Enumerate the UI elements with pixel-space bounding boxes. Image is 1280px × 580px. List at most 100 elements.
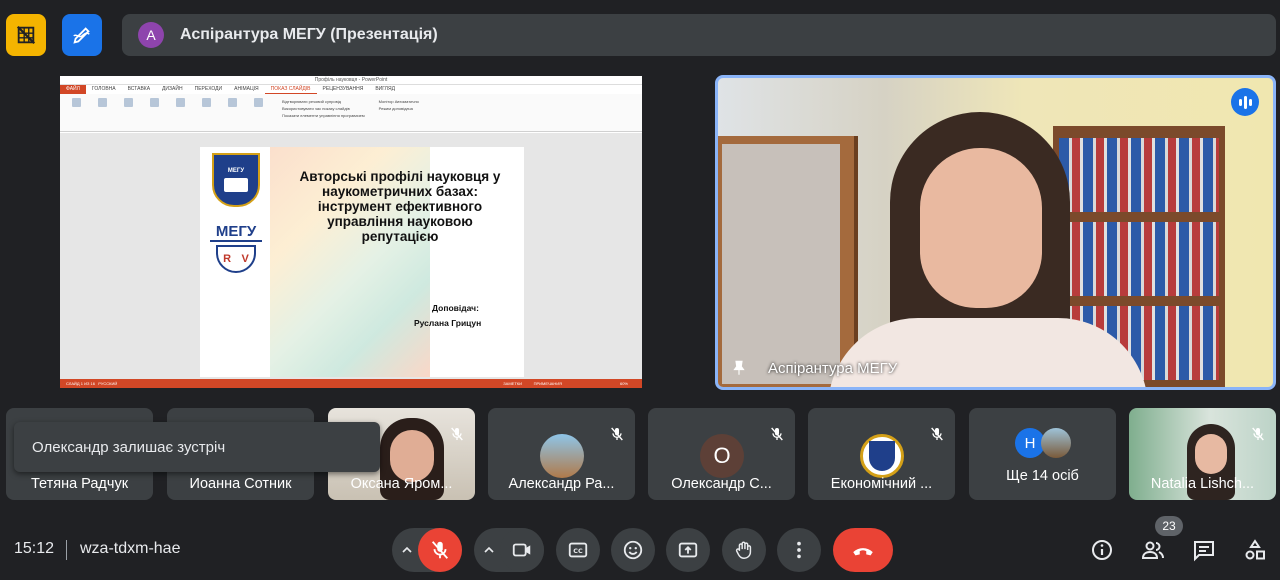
- info-icon: [1092, 540, 1112, 560]
- participant-name: Иоанна Сотник: [189, 476, 292, 492]
- ribbon-tab: РЕЦЕНЗУВАННЯ: [322, 86, 364, 92]
- mic-off-icon: [431, 541, 449, 559]
- more-vert-icon: [797, 541, 801, 559]
- ribbon-option: Використовувати час показу слайдів: [282, 106, 350, 111]
- monitor-options: Монітор Автоматично Режим доповідача: [379, 98, 419, 127]
- more-options-button[interactable]: [777, 528, 821, 572]
- closed-captions-icon: CC: [568, 542, 588, 558]
- ribbon-button: [248, 98, 268, 127]
- notes-label: ЗАМЕТКИ: [503, 381, 522, 386]
- monitor-label: Монітор: [378, 99, 394, 104]
- meeting-details-button[interactable]: [1086, 534, 1118, 566]
- ribbon-tab: ВИГЛЯД: [375, 86, 395, 92]
- participant-tile[interactable]: О Олександр С...: [648, 408, 795, 500]
- chevron-up-icon[interactable]: [399, 542, 415, 558]
- raise-hand-button[interactable]: [722, 528, 766, 572]
- monitor-value: Автоматично: [394, 99, 419, 104]
- participant-tile[interactable]: Александр Ра...: [488, 408, 635, 500]
- participant-name: Економічний ...: [830, 476, 933, 492]
- grid-off-icon: [16, 25, 36, 45]
- ribbon: Відтворювати речовий супровід Використов…: [60, 94, 642, 132]
- participant-name: Natalia Lishch...: [1150, 476, 1255, 492]
- zoom-level: 60%: [619, 381, 628, 386]
- chevron-up-icon[interactable]: [481, 542, 497, 558]
- shapes-icon: [1245, 539, 1265, 560]
- university-crest: МЕГУ RV: [210, 223, 262, 283]
- divider: [66, 540, 67, 560]
- presenter-view-option: Режим доповідача: [378, 106, 413, 111]
- ribbon-tab-active: ПОКАЗ СЛАЙДІВ: [264, 85, 317, 94]
- presentation-title: Аспірантура МЕГУ (Презентація): [180, 26, 438, 43]
- chat-icon: [1194, 541, 1214, 562]
- hand-icon: [735, 541, 752, 559]
- ribbon-options: Відтворювати речовий супровід Використов…: [282, 98, 365, 127]
- ribbon-option: Відтворювати речовий супровід: [282, 99, 341, 104]
- participant-name: Оксана Яром...: [350, 476, 453, 492]
- mic-off-icon: [1252, 427, 1264, 441]
- shortcuts-button[interactable]: [6, 14, 46, 56]
- camera-toggle-button[interactable]: [500, 528, 544, 572]
- ribbon-tab: ГОЛОВНА: [91, 86, 116, 92]
- participant-avatar: [540, 434, 584, 478]
- pen-tool-button[interactable]: [62, 14, 102, 56]
- participant-avatar: О: [700, 434, 744, 478]
- powerpoint-window-title: Профіль науковця - PowerPoint: [60, 76, 642, 85]
- participant-avatar: [860, 434, 904, 478]
- more-participants-tile[interactable]: Н Ще 14 осіб: [969, 408, 1116, 500]
- mic-toggle-button[interactable]: [418, 528, 462, 572]
- ribbon-tab: АНІМАЦІЯ: [234, 86, 259, 92]
- cabinet: [718, 136, 858, 387]
- ribbon-button: [170, 98, 190, 127]
- emoji-icon: [623, 540, 643, 560]
- slide: МЕГУ МЕГУ RV Авторські профілі науковця …: [200, 147, 524, 377]
- participant-face: [390, 430, 434, 482]
- leave-call-button[interactable]: [833, 528, 893, 572]
- more-participants-label: Ще 14 осіб: [1006, 468, 1079, 484]
- ribbon-tabs: ФАЙЛ ГОЛОВНА ВСТАВКА ДИЗАЙН ПЕРЕХОДИ АНІ…: [60, 85, 642, 94]
- ribbon-tab: ВСТАВКА: [127, 86, 151, 92]
- participant-name: Аспірантура МЕГУ: [768, 360, 898, 377]
- speaker-name: Руслана Грицун: [414, 318, 482, 328]
- participant-face: [1195, 434, 1227, 474]
- reactions-button[interactable]: [611, 528, 655, 572]
- pen-icon: [73, 27, 90, 44]
- activities-button[interactable]: [1239, 534, 1271, 566]
- participant-avatar: [1041, 428, 1071, 458]
- participant-tile[interactable]: Natalia Lishch...: [1129, 408, 1276, 500]
- ribbon-button: [118, 98, 138, 127]
- mic-off-icon: [771, 427, 783, 441]
- language: РУССКИЙ: [98, 381, 118, 386]
- speaker-face: [920, 148, 1042, 308]
- svg-text:CC: CC: [573, 547, 583, 555]
- comments-label: ПРИМЕЧАНИЯ: [533, 381, 562, 386]
- present-screen-button[interactable]: [666, 528, 710, 572]
- mic-off-icon: [931, 427, 943, 441]
- present-icon: [678, 542, 698, 558]
- clock: 15:12: [14, 540, 55, 557]
- speaker-body: [828, 318, 1148, 387]
- mic-off-icon: [451, 427, 463, 441]
- university-logo: МЕГУ: [212, 153, 260, 207]
- ribbon-button: [222, 98, 242, 127]
- presenter-avatar: A: [138, 22, 164, 48]
- shared-screen: Профіль науковця - PowerPoint ФАЙЛ ГОЛОВ…: [60, 76, 642, 388]
- slide-area: МЕГУ МЕГУ RV Авторські профілі науковця …: [60, 133, 642, 379]
- ribbon-tab: ДИЗАЙН: [162, 86, 183, 92]
- people-button[interactable]: [1137, 534, 1169, 566]
- pinned-video-tile[interactable]: Аспірантура МЕГУ: [715, 75, 1276, 390]
- captions-button[interactable]: CC: [556, 528, 600, 572]
- speaking-indicator-icon: [1231, 88, 1259, 116]
- ribbon-tab: ПЕРЕХОДИ: [194, 86, 223, 92]
- call-end-icon: [853, 548, 873, 556]
- ribbon-button: [92, 98, 112, 127]
- participant-tile[interactable]: Економічний ...: [808, 408, 955, 500]
- leave-notification: Олександр залишає зустріч: [14, 422, 380, 472]
- video-camera-icon: [512, 543, 531, 557]
- speaker-label: Доповідач:: [432, 303, 479, 313]
- presentation-title-bar[interactable]: A Аспірантура МЕГУ (Презентація): [122, 14, 1276, 56]
- chat-button[interactable]: [1188, 534, 1220, 566]
- pin-icon[interactable]: [730, 359, 748, 377]
- participants-count-badge: 23: [1155, 516, 1183, 536]
- participant-name: Тетяна Радчук: [30, 476, 129, 492]
- people-icon: [1141, 541, 1164, 559]
